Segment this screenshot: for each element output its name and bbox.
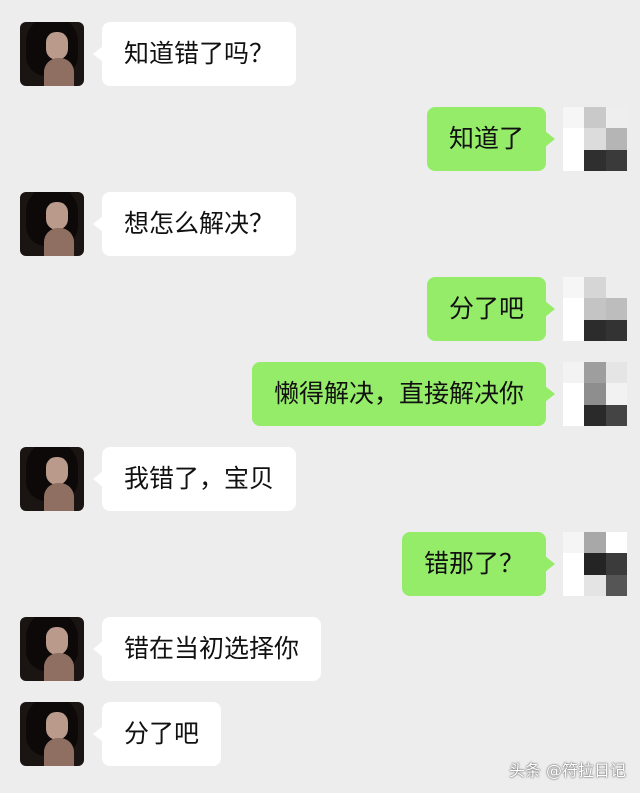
- contact-avatar[interactable]: [20, 447, 84, 511]
- message-row: 知道错了吗？: [0, 22, 640, 88]
- user-avatar[interactable]: [563, 277, 627, 341]
- watermark-text: 头条 @符拉日记: [508, 761, 626, 780]
- contact-avatar[interactable]: [20, 617, 84, 681]
- user-avatar[interactable]: [563, 362, 627, 426]
- contact-avatar[interactable]: [20, 22, 84, 86]
- message-bubble-outgoing[interactable]: 分了吧: [426, 277, 556, 341]
- message-row: 错在当初选择你: [0, 617, 640, 683]
- message-row: 懒得解决，直接解决你: [0, 362, 640, 428]
- message-row: 错那了？: [0, 532, 640, 598]
- message-bubble-incoming[interactable]: 错在当初选择你: [92, 617, 322, 681]
- message-bubble-outgoing[interactable]: 错那了？: [401, 532, 556, 596]
- message-bubble-incoming[interactable]: 想怎么解决？: [92, 192, 297, 256]
- message-row: 分了吧: [0, 277, 640, 343]
- message-bubble-incoming[interactable]: 分了吧: [92, 702, 222, 766]
- message-bubble-incoming[interactable]: 知道错了吗？: [92, 22, 297, 86]
- message-row: 我错了，宝贝: [0, 447, 640, 513]
- user-avatar[interactable]: [563, 532, 627, 596]
- contact-avatar[interactable]: [20, 702, 84, 766]
- message-bubble-incoming[interactable]: 我错了，宝贝: [92, 447, 297, 511]
- message-bubble-outgoing[interactable]: 懒得解决，直接解决你: [251, 362, 556, 426]
- message-row: 想怎么解决？: [0, 192, 640, 258]
- user-avatar[interactable]: [563, 107, 627, 171]
- message-bubble-outgoing[interactable]: 知道了: [426, 107, 556, 171]
- contact-avatar[interactable]: [20, 192, 84, 256]
- message-row: 知道了: [0, 107, 640, 173]
